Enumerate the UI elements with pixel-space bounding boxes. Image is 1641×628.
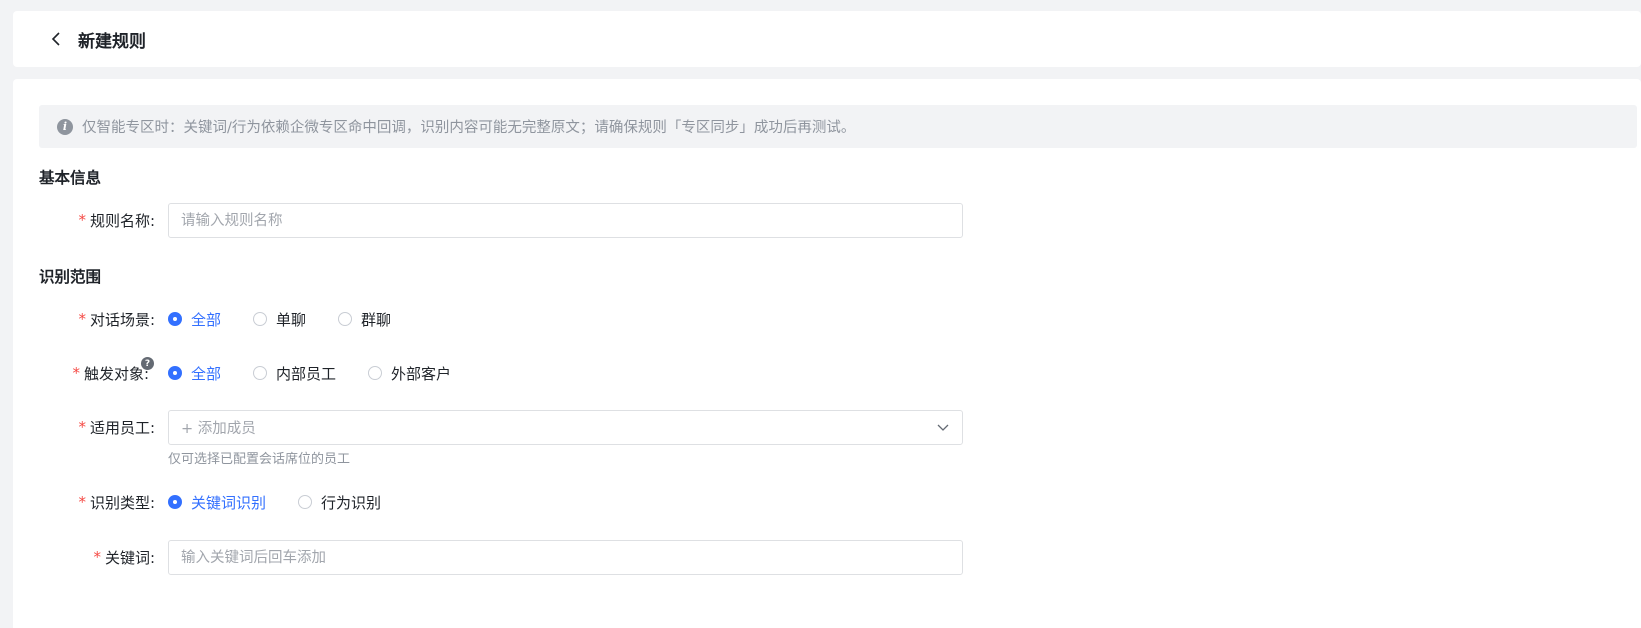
section-title-basic: 基本信息	[39, 169, 102, 187]
keyword-input[interactable]	[168, 540, 963, 575]
radio-unchecked-icon	[253, 312, 268, 326]
staff-label: * 适用员工:	[78, 418, 155, 437]
type-radio-behavior[interactable]: 行为识别	[298, 492, 381, 513]
scene-row: * 对话场景: 全部 单聊 群聊	[13, 302, 1641, 336]
chevron-down-icon	[936, 420, 950, 438]
radio-checked-icon	[168, 312, 182, 326]
rule-name-input[interactable]	[168, 203, 963, 238]
staff-row: * 适用员工: + 添加成员	[13, 410, 1641, 445]
target-radio-external[interactable]: 外部客户	[368, 363, 451, 384]
scene-radio-group-chat[interactable]: 群聊	[338, 309, 391, 330]
keyword-row: * 关键词:	[13, 540, 1641, 575]
scene-radio-group: 全部 单聊 群聊	[168, 302, 423, 336]
type-radio-keyword[interactable]: 关键词识别	[168, 492, 266, 513]
radio-checked-icon	[168, 495, 182, 509]
target-row: * 触发对象: ? 全部 内部员工 外部客户	[13, 356, 1641, 390]
notice-text: 仅智能专区时：关键词/行为依赖企微专区命中回调，识别内容可能无完整原文；请确保规…	[82, 120, 856, 136]
radio-checked-icon	[168, 366, 182, 380]
form-panel: i 仅智能专区时：关键词/行为依赖企微专区命中回调，识别内容可能无完整原文；请确…	[13, 79, 1641, 628]
target-label: * 触发对象:	[72, 364, 149, 383]
rule-name-label: * 规则名称:	[78, 211, 155, 230]
staff-select[interactable]: + 添加成员	[168, 410, 963, 445]
page-title: 新建规则	[78, 31, 146, 52]
type-label: * 识别类型:	[78, 493, 155, 512]
type-radio-group: 关键词识别 行为识别	[168, 485, 413, 519]
scene-label: * 对话场景:	[78, 310, 155, 329]
keyword-label: * 关键词:	[93, 548, 155, 567]
type-row: * 识别类型: 关键词识别 行为识别	[13, 485, 1641, 519]
radio-unchecked-icon	[298, 495, 313, 509]
staff-select-placeholder: + 添加成员	[181, 421, 256, 437]
radio-unchecked-icon	[368, 366, 383, 380]
target-radio-internal[interactable]: 内部员工	[253, 363, 336, 384]
scene-radio-single[interactable]: 单聊	[253, 309, 306, 330]
info-icon: i	[57, 118, 73, 135]
chevron-left-icon[interactable]	[45, 28, 67, 50]
rule-name-row: * 规则名称:	[13, 203, 1641, 238]
target-radio-group: 全部 内部员工 外部客户	[168, 356, 483, 390]
radio-unchecked-icon	[338, 312, 353, 326]
scene-radio-all[interactable]: 全部	[168, 309, 221, 330]
staff-hint: 仅可选择已配置会话席位的员工	[168, 452, 351, 467]
notice-banner: i 仅智能专区时：关键词/行为依赖企微专区命中回调，识别内容可能无完整原文；请确…	[39, 105, 1637, 148]
target-radio-all[interactable]: 全部	[168, 363, 221, 384]
radio-unchecked-icon	[253, 366, 268, 380]
question-icon[interactable]: ?	[141, 357, 154, 370]
section-title-scope: 识别范围	[39, 268, 102, 286]
page-header: 新建规则	[13, 11, 1641, 67]
